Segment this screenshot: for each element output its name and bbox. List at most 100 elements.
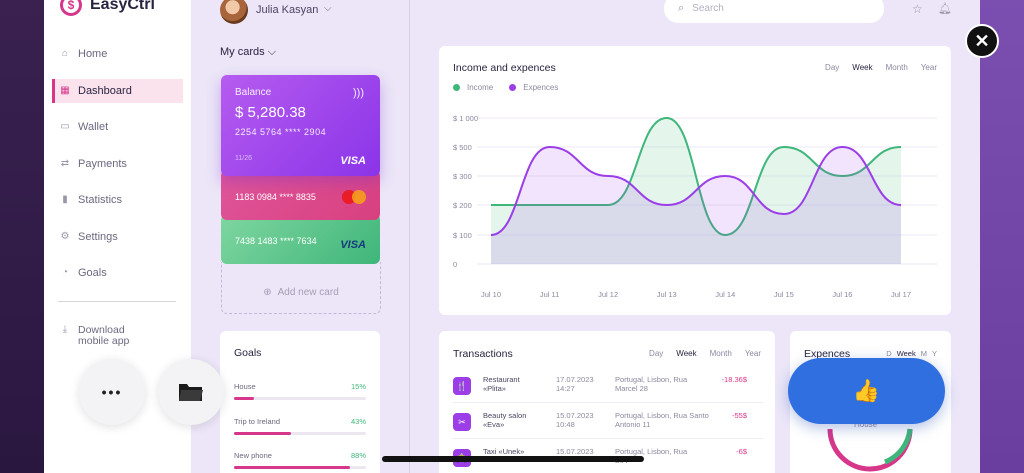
- sidebar-item-dashboard[interactable]: ▦ Dashboard: [52, 78, 183, 103]
- mastercard-logo: [342, 190, 366, 204]
- transactions-title: Transactions: [453, 348, 513, 360]
- sidebar-item-settings[interactable]: ⚙ Settings: [52, 225, 183, 249]
- transaction-amount: -18.36$: [721, 375, 747, 384]
- period-week[interactable]: Week: [676, 349, 696, 358]
- transaction-row[interactable]: ✂ Beauty salon «Eva» 15.07.2023 10:48 Port…: [453, 411, 763, 439]
- dollar-logo-icon: $: [60, 0, 82, 16]
- y-tick-label: 0: [453, 260, 457, 269]
- legend-label: Income: [467, 83, 494, 92]
- add-card-button[interactable]: ⊕ Add new card: [221, 262, 381, 314]
- period-week[interactable]: Week: [852, 63, 872, 72]
- sidebar-item-payments[interactable]: ⇄ Payments: [52, 152, 183, 176]
- x-tick-label: Jul 12: [598, 290, 618, 299]
- scissors-icon: ✂: [453, 413, 471, 431]
- name-line: «Plita»: [483, 384, 506, 393]
- column-divider: [409, 0, 410, 473]
- transaction-date: 17.07.2023 14:27: [556, 375, 606, 393]
- avatar[interactable]: [220, 0, 248, 24]
- name-line: «Eva»: [483, 420, 505, 429]
- my-cards-dropdown[interactable]: My cards ⌵: [220, 46, 276, 59]
- visa-logo: VISA: [340, 155, 366, 167]
- sidebar-nav: ⌂ Home ▦ Dashboard ▭ Wallet ⇄ Payments ▮ Stat…: [52, 42, 183, 298]
- donut-segment: [827, 428, 913, 472]
- y-tick-label: $ 200: [453, 201, 472, 210]
- grid-icon: ▦: [60, 84, 70, 96]
- thumbs-up-icon: 👍: [852, 378, 881, 403]
- transaction-amount: -55$: [731, 411, 747, 420]
- x-tick-label: Jul 13: [657, 290, 677, 299]
- home-icon: ⌂: [61, 48, 69, 59]
- sidebar-item-label: Settings: [78, 230, 118, 243]
- chart-legend: Income Expences: [453, 83, 558, 92]
- transaction-row[interactable]: 🍴 Restaurant «Plita» 17.07.2023 14:27 Port…: [453, 375, 763, 403]
- bell-icon[interactable]: 🔔︎: [938, 2, 952, 15]
- x-tick-label: Jul 14: [715, 290, 735, 299]
- period-year[interactable]: Year: [745, 349, 761, 358]
- goal-percent: 88%: [350, 451, 366, 460]
- name-line: Beauty salon: [483, 411, 527, 420]
- fork-knife-icon: 🍴: [453, 377, 471, 395]
- y-tick-label: $ 100: [453, 231, 472, 240]
- legend-dot: [509, 84, 517, 91]
- series-area-expences: [491, 147, 901, 264]
- sidebar-item-wallet[interactable]: ▭ Wallet: [52, 115, 183, 139]
- download-line2: mobile app: [78, 335, 130, 347]
- legend-expenses: Expences: [509, 83, 558, 92]
- donut-segment: [883, 428, 913, 465]
- sidebar-item-label: Dashboard: [78, 84, 132, 97]
- download-app-link[interactable]: ⤓ Download mobile app: [60, 325, 130, 347]
- x-tick-label: Jul 15: [774, 290, 794, 299]
- user-name[interactable]: Julia Kasyan: [256, 4, 318, 16]
- loc-line: Marcel 28: [615, 384, 648, 393]
- chart-period-selector: Day Week Month Year: [825, 63, 937, 72]
- sidebar-item-statistics[interactable]: ▮ Statistics: [52, 188, 183, 212]
- goal-percent: 15%: [350, 382, 366, 391]
- sidebar-item-goals[interactable]: ◔ Goals: [52, 261, 183, 285]
- balance-label: Balance: [235, 87, 272, 98]
- card-expiry: 11/26: [235, 155, 252, 162]
- x-tick-label: Jul 16: [832, 290, 852, 299]
- transaction-location: Portugal, Lisbon, Rua Marcel 28: [615, 375, 730, 393]
- chevron-down-icon[interactable]: ⌵: [324, 3, 332, 14]
- transactions-period-selector: Day Week Month Year: [649, 349, 761, 358]
- goal-item[interactable]: House 15%: [234, 382, 366, 400]
- swap-icon: ⇄: [60, 157, 70, 169]
- goal-item[interactable]: Trip to Ireland 43%: [234, 417, 366, 435]
- transactions-panel: Transactions Day Week Month Year 🍴 Resta…: [439, 331, 775, 473]
- logo[interactable]: $ EasyCtrl: [60, 0, 155, 16]
- pie-icon: ◔: [61, 267, 69, 278]
- period-day[interactable]: Day: [649, 349, 663, 358]
- loc-line: Portugal, Lisbon, Rua Santo: [615, 411, 709, 420]
- period-day[interactable]: Day: [825, 63, 839, 72]
- y-tick-label: $ 500: [453, 143, 472, 152]
- folder-button[interactable]: [158, 359, 224, 425]
- sidebar-item-home[interactable]: ⌂ Home: [52, 42, 183, 66]
- loc-line: Antonio 11: [615, 420, 651, 429]
- transaction-name: Beauty salon «Eva»: [483, 411, 549, 429]
- goal-item[interactable]: New phone 88%: [234, 451, 366, 469]
- mastercard-card[interactable]: 1183 0984 **** 8835: [221, 170, 380, 220]
- bar-chart-icon: ▮: [62, 194, 68, 205]
- more-options-button[interactable]: •••: [79, 359, 145, 425]
- transaction-amount: -6$: [736, 447, 747, 456]
- loc-line: Portugal, Lisbon, Rua: [615, 375, 688, 384]
- like-button[interactable]: 👍: [788, 358, 945, 424]
- name-line: Taxi «Unek»: [483, 447, 525, 456]
- period-month[interactable]: Month: [886, 63, 908, 72]
- goal-progress-fill: [234, 432, 291, 435]
- green-visa-card[interactable]: 7438 1483 **** 7634 VISA: [221, 214, 380, 264]
- gear-icon: ⚙: [60, 230, 70, 242]
- sidebar-item-label: Wallet: [78, 121, 109, 133]
- sidebar-divider: [58, 301, 176, 302]
- sidebar-item-label: Home: [78, 48, 108, 60]
- close-button[interactable]: ✕: [965, 24, 999, 58]
- period-month[interactable]: Month: [710, 349, 732, 358]
- search-bar: ⌕: [664, 0, 884, 23]
- search-input[interactable]: [692, 3, 853, 14]
- balance-card[interactable]: Balance $ 5,280.38 2254 5764 **** 2904 1…: [221, 75, 380, 176]
- goals-panel: Goals House 15% Trip to Ireland 43% New ph…: [220, 331, 380, 473]
- search-icon: ⌕: [678, 2, 685, 14]
- star-icon[interactable]: ☆: [912, 2, 923, 16]
- period-year[interactable]: Year: [921, 63, 937, 72]
- sidebar-item-label: Goals: [78, 267, 107, 279]
